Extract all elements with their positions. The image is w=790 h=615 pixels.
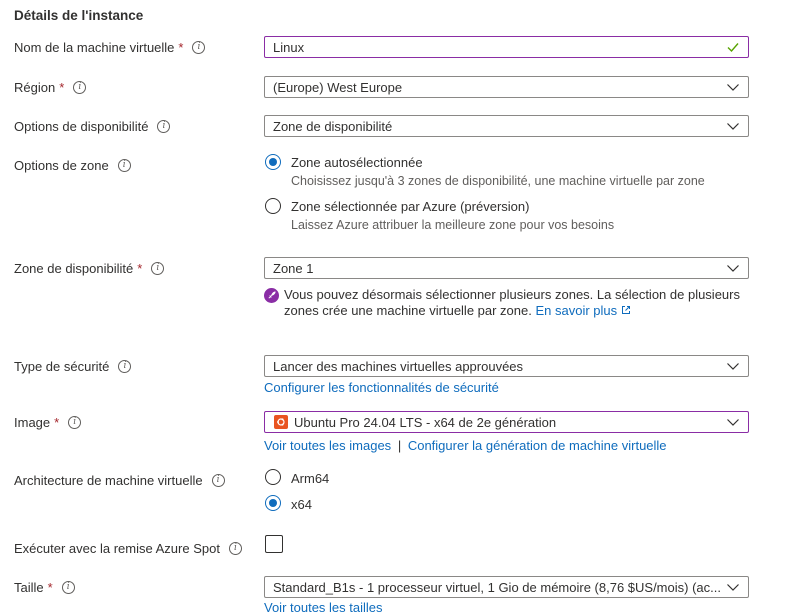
- availability-options-label-text: Options de disponibilité: [14, 119, 149, 134]
- chevron-down-icon: [727, 123, 739, 130]
- availability-options-label: Options de disponibilité i: [14, 119, 171, 134]
- availability-options-dropdown[interactable]: Zone de disponibilité: [264, 115, 749, 137]
- availability-options-value: Zone de disponibilité: [273, 118, 393, 134]
- info-icon[interactable]: i: [211, 474, 225, 487]
- vm-name-label-text: Nom de la machine virtuelle: [14, 40, 175, 55]
- info-icon[interactable]: i: [151, 262, 165, 275]
- required-marker: *: [54, 415, 60, 430]
- size-label-text: Taille: [14, 580, 44, 595]
- multi-zone-note-text: Vous pouvez désormais sélectionner plusi…: [284, 287, 740, 318]
- image-links: Voir toutes les images | Configurer la g…: [264, 438, 667, 453]
- info-icon[interactable]: i: [157, 120, 171, 133]
- required-marker: *: [178, 40, 184, 55]
- learn-more-link-text: En savoir plus: [535, 303, 618, 318]
- availability-zone-value: Zone 1: [273, 260, 314, 276]
- external-link-icon: [621, 306, 630, 314]
- architecture-label-text: Architecture de machine virtuelle: [14, 473, 203, 488]
- info-icon[interactable]: i: [61, 581, 75, 594]
- see-all-sizes-link[interactable]: Voir toutes les tailles: [264, 600, 383, 615]
- see-all-images-link[interactable]: Voir toutes les images: [264, 438, 391, 453]
- security-type-label: Type de sécurité i: [14, 359, 132, 374]
- security-type-value: Lancer des machines virtuelles approuvée…: [273, 358, 524, 374]
- availability-zone-label-text: Zone de disponibilité: [14, 261, 134, 276]
- size-dropdown[interactable]: Standard_B1s - 1 processeur virtuel, 1 G…: [264, 576, 749, 598]
- info-icon[interactable]: i: [118, 360, 132, 373]
- arch-arm64-radio[interactable]: [265, 469, 281, 485]
- chevron-down-icon: [727, 265, 739, 272]
- zone-azure-radio[interactable]: [265, 198, 281, 214]
- spot-label: Exécuter avec la remise Azure Spot i: [14, 541, 242, 556]
- checkmark-icon: [727, 43, 739, 53]
- region-label: Région * i: [14, 80, 87, 95]
- region-dropdown[interactable]: (Europe) West Europe: [264, 76, 749, 98]
- spot-checkbox[interactable]: [265, 535, 283, 553]
- zone-auto-description: Choisissez jusqu'à 3 zones de disponibil…: [291, 174, 705, 188]
- learn-more-link[interactable]: En savoir plus: [536, 303, 631, 318]
- arch-x64-radio[interactable]: [265, 495, 281, 511]
- info-icon[interactable]: i: [192, 41, 206, 54]
- vm-name-label: Nom de la machine virtuelle * i: [14, 40, 206, 55]
- required-marker: *: [59, 80, 65, 95]
- zone-auto-radio[interactable]: [265, 154, 281, 170]
- zone-options-label: Options de zone i: [14, 158, 131, 173]
- info-icon[interactable]: i: [117, 159, 131, 172]
- availability-zone-dropdown[interactable]: Zone 1: [264, 257, 749, 279]
- security-type-label-text: Type de sécurité: [14, 359, 110, 374]
- info-icon[interactable]: i: [228, 542, 242, 555]
- image-label: Image * i: [14, 415, 82, 430]
- region-value: (Europe) West Europe: [273, 79, 403, 95]
- required-marker: *: [137, 261, 143, 276]
- zone-auto-label: Zone autosélectionnée: [291, 155, 423, 170]
- section-title: Détails de l'instance: [14, 8, 144, 23]
- info-icon[interactable]: i: [68, 416, 82, 429]
- region-label-text: Région: [14, 80, 56, 95]
- chevron-down-icon: [727, 584, 739, 591]
- zone-azure-description: Laissez Azure attribuer la meilleure zon…: [291, 218, 615, 232]
- image-label-text: Image: [14, 415, 51, 430]
- ubuntu-icon: [274, 415, 288, 429]
- spot-label-text: Exécuter avec la remise Azure Spot: [14, 541, 220, 556]
- vm-name-value: Linux: [273, 39, 305, 55]
- vm-name-input[interactable]: Linux: [264, 36, 749, 58]
- image-value: Ubuntu Pro 24.04 LTS - x64 de 2e générat…: [294, 414, 557, 430]
- chevron-down-icon: [727, 363, 739, 370]
- security-type-dropdown[interactable]: Lancer des machines virtuelles approuvée…: [264, 355, 749, 377]
- arch-x64-label: x64: [291, 497, 312, 512]
- required-marker: *: [47, 580, 53, 595]
- image-dropdown[interactable]: Ubuntu Pro 24.04 LTS - x64 de 2e générat…: [264, 411, 749, 433]
- zone-options-label-text: Options de zone: [14, 158, 109, 173]
- link-separator: |: [397, 438, 402, 453]
- info-icon[interactable]: i: [73, 81, 87, 94]
- multi-zone-note: Vous pouvez désormais sélectionner plusi…: [284, 287, 764, 319]
- chevron-down-icon: [727, 84, 739, 91]
- chevron-down-icon: [727, 419, 739, 426]
- size-value: Standard_B1s - 1 processeur virtuel, 1 G…: [273, 579, 720, 595]
- configure-security-link[interactable]: Configurer les fonctionnalités de sécuri…: [264, 380, 499, 395]
- rocket-icon: [264, 288, 279, 303]
- arch-arm64-label: Arm64: [291, 471, 330, 486]
- size-label: Taille * i: [14, 580, 75, 595]
- availability-zone-label: Zone de disponibilité * i: [14, 261, 165, 276]
- architecture-label: Architecture de machine virtuelle i: [14, 473, 225, 488]
- configure-vm-generation-link[interactable]: Configurer la génération de machine virt…: [408, 438, 667, 453]
- zone-azure-label: Zone sélectionnée par Azure (préversion): [291, 199, 530, 214]
